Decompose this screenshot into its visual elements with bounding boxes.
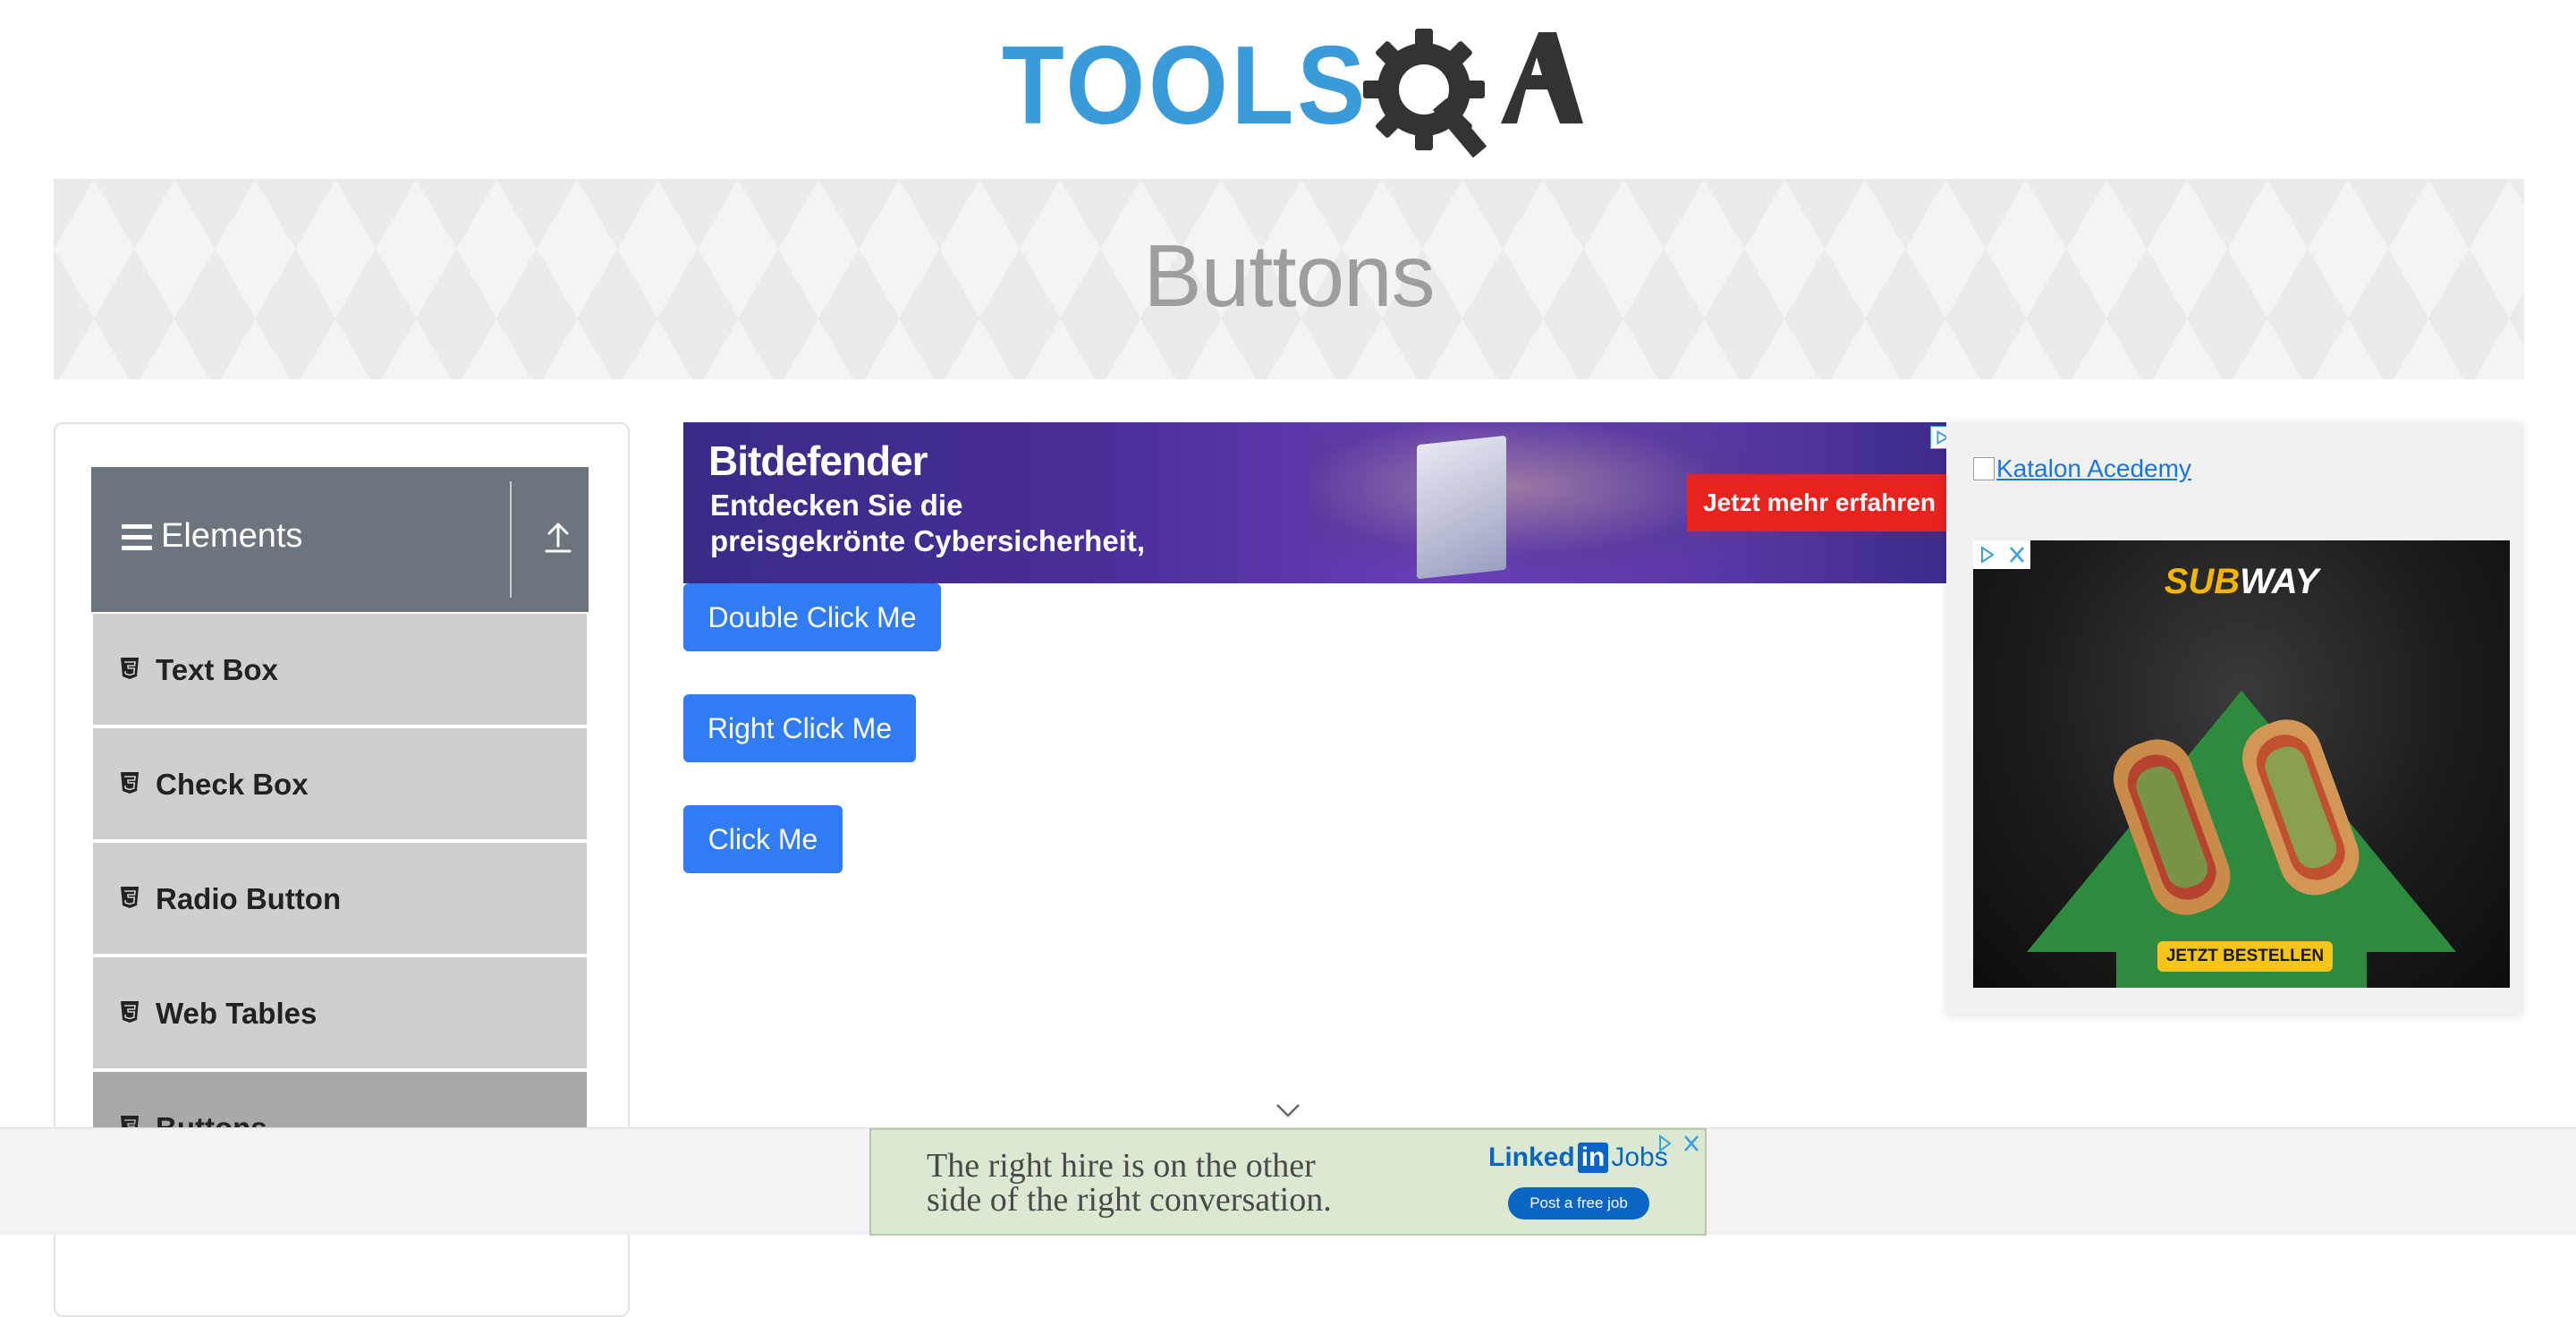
- logo-image: TOOLS: [1002, 25, 1583, 158]
- click-me-button[interactable]: Click Me: [683, 805, 843, 873]
- right-ad-column: Katalon Acedemy SUBWAY JETZT BESTELLEN: [1946, 422, 2522, 1015]
- html5-icon: [121, 772, 139, 794]
- bitdefender-ad[interactable]: Bitdefender Entdecken Sie die preisgekrö…: [683, 422, 1946, 583]
- post-free-job-button[interactable]: Post a free job: [1508, 1187, 1649, 1219]
- hamburger-icon: [122, 524, 152, 551]
- html5-icon: [121, 658, 139, 679]
- page-banner: Buttons: [54, 179, 2524, 379]
- elements-menu: Text Box Check Box Radio Button Web Tabl…: [93, 614, 587, 1186]
- group-title: Elements: [161, 517, 303, 555]
- html5-icon: [121, 1001, 139, 1023]
- sidebar-item-label: Radio Button: [156, 882, 342, 915]
- sidebar-item-label: Check Box: [156, 768, 309, 801]
- broken-image-icon: [1973, 457, 1995, 480]
- ad-cta-button[interactable]: Jetzt mehr erfahren: [1687, 474, 1946, 531]
- bottom-ad-bar: The right hire is on the other side of t…: [0, 1127, 2576, 1236]
- subway-order-button[interactable]: JETZT BESTELLEN: [2157, 941, 2333, 972]
- subway-ad-artwork: [2027, 691, 2456, 988]
- chevron-down-icon[interactable]: [1275, 1102, 1301, 1118]
- site-header: TOOLS: [0, 0, 2576, 179]
- ad-brand: Bitdefender: [708, 438, 928, 484]
- linkedin-ad[interactable]: The right hire is on the other side of t…: [869, 1128, 1707, 1236]
- svg-text:TOOLS: TOOLS: [1002, 25, 1368, 148]
- sidebar-item-check-box[interactable]: Check Box: [93, 728, 587, 839]
- adchoices-icon[interactable]: [1930, 426, 1946, 449]
- right-click-button[interactable]: Right Click Me: [683, 694, 916, 762]
- sidebar-item-label: Web Tables: [156, 997, 318, 1030]
- subway-logo: SUBWAY: [2164, 562, 2319, 601]
- html5-icon: [121, 887, 139, 908]
- header-divider: [510, 481, 512, 598]
- double-click-button[interactable]: Double Click Me: [683, 583, 941, 651]
- sidebar-item-web-tables[interactable]: Web Tables: [93, 957, 587, 1068]
- ad-close-icon[interactable]: [1973, 540, 2030, 569]
- ad-product-box: [1417, 435, 1506, 580]
- collapse-up-icon[interactable]: [544, 521, 572, 555]
- katalon-alt-text: Katalon Acedemy: [1996, 455, 2191, 482]
- ad-message-line2: side of the right conversation.: [927, 1181, 1332, 1219]
- sidebar-item-label: Text Box: [156, 653, 278, 686]
- ad-close-icon[interactable]: [1651, 1130, 1705, 1157]
- sidebar-item-text-box[interactable]: Text Box: [93, 614, 587, 725]
- ad-headline-line1: Entdecken Sie die: [710, 489, 963, 522]
- ad-headline-line2: preisgekrönte Cybersicherheit,: [710, 524, 1146, 557]
- subway-ad[interactable]: SUBWAY JETZT BESTELLEN: [1973, 540, 2510, 988]
- elements-group-header[interactable]: Elements: [91, 467, 589, 612]
- page-title: Buttons: [1143, 226, 1435, 325]
- katalon-ad-link[interactable]: Katalon Acedemy: [1973, 455, 2191, 483]
- linkedin-jobs-logo: Linked in Jobs: [1488, 1143, 1668, 1173]
- sidebar-item-radio-button[interactable]: Radio Button: [93, 843, 587, 954]
